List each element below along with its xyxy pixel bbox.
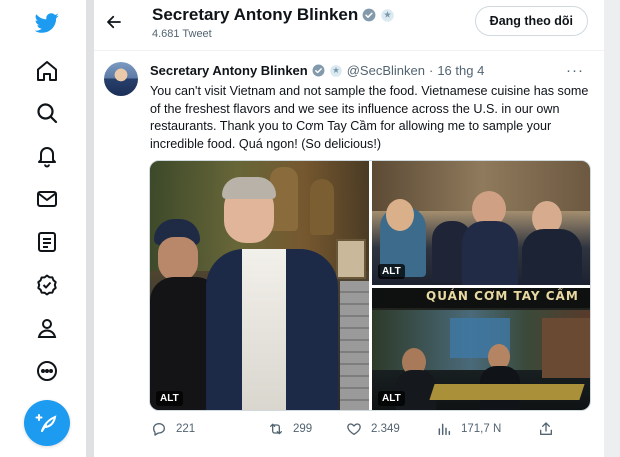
lists-icon[interactable] [32,227,62,257]
verified-badge-icon [312,64,325,77]
views-chart-icon [438,423,451,436]
restaurant-sign-text: QUÁN CƠM TAY CẦM [426,289,579,303]
like-button[interactable]: 2.349 [346,421,400,437]
right-gutter [604,0,620,457]
home-icon[interactable] [32,56,62,86]
following-button[interactable]: Đang theo dõi [474,6,588,36]
like-count: 2.349 [371,423,400,435]
view-count: 171,7 N [461,423,502,435]
notifications-icon[interactable] [32,141,62,171]
heart-icon [347,423,361,435]
tweet-actions: 221 299 2.349 171,7 N [149,421,591,441]
views-button[interactable]: 171,7 N [436,421,501,437]
arrow-left-icon [107,15,121,29]
avatar[interactable] [104,62,138,96]
tweet-author-name[interactable]: Secretary Antony Blinken [150,63,308,78]
tweet-count: 4.681 Tweet [152,28,212,40]
header-name: Secretary Antony Blinken [152,5,359,24]
alt-badge[interactable]: ALT [378,391,405,406]
twitter-logo-icon[interactable] [32,8,62,38]
retweet-button[interactable]: 299 [268,421,312,437]
us-seal-icon [381,8,395,22]
verified-badge-icon [362,8,376,22]
profile-header: Secretary Antony Blinken 4.681 Tweet Đan… [94,0,604,50]
tweet-photo[interactable]: ALT [372,161,590,285]
left-nav [0,0,86,457]
tweet-media-grid: ALT ALT QUÁN CƠM TAY CẦM ALT [149,160,591,411]
more-options-icon[interactable]: ··· [564,60,586,80]
messages-icon[interactable] [32,184,62,214]
verified-icon[interactable] [32,270,62,300]
more-icon[interactable] [32,356,62,386]
tweet-photo[interactable]: ALT [150,161,369,410]
share-icon [540,422,552,435]
nav-divider [86,0,94,457]
feather-plus-icon [35,414,57,432]
compose-tweet-button[interactable] [24,400,70,446]
retweet-count: 299 [293,423,313,435]
main-column: Secretary Antony Blinken 4.681 Tweet Đan… [94,0,604,457]
tweet-text: You can't visit Vietnam and not sample t… [150,84,589,151]
reply-count: 221 [176,423,196,435]
share-button[interactable] [538,421,554,437]
reply-button[interactable]: 221 [151,421,195,437]
retweet-icon [270,423,282,435]
tweet-header: Secretary Antony Blinken @SecBlinken · 1… [150,63,484,78]
alt-badge[interactable]: ALT [156,391,183,406]
explore-icon[interactable] [32,98,62,128]
profile-icon[interactable] [32,313,62,343]
tweet-photo[interactable]: QUÁN CƠM TAY CẦM ALT [372,288,590,410]
us-seal-icon [329,64,342,77]
separator-dot: · [428,63,434,78]
page-title: Secretary Antony Blinken [152,5,395,25]
alt-badge[interactable]: ALT [378,264,405,279]
back-button[interactable] [100,8,128,36]
tweet-date[interactable]: 16 thg 4 [437,63,484,78]
reply-icon [153,423,165,436]
tweet-author-handle[interactable]: @SecBlinken [347,63,425,78]
header-divider [94,50,604,51]
